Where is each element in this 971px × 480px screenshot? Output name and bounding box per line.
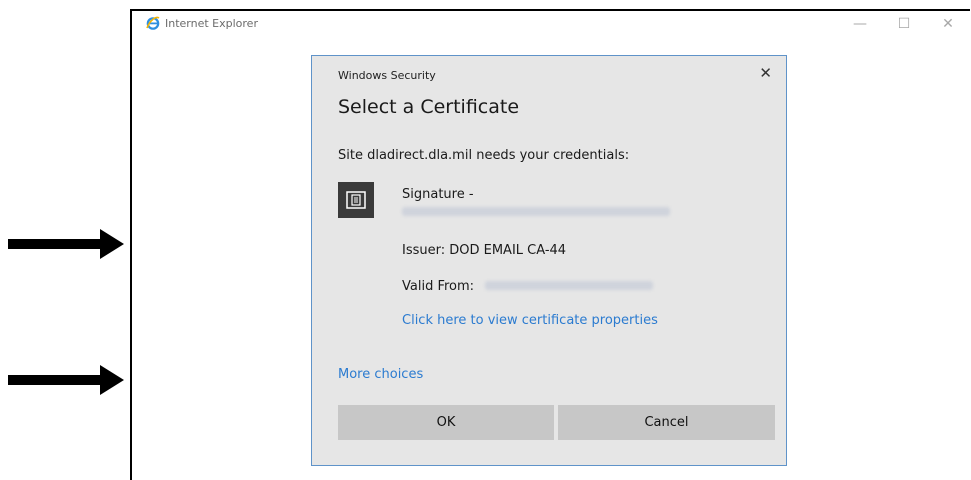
ok-button[interactable]: OK xyxy=(338,405,554,440)
dialog-caption: Windows Security xyxy=(338,69,436,82)
internet-explorer-icon xyxy=(146,16,160,30)
arrow-icon xyxy=(8,229,124,259)
maximize-icon: ☐ xyxy=(897,16,911,32)
minimize-icon: — xyxy=(853,16,867,32)
certificate-icon xyxy=(338,182,374,218)
windows-security-dialog: Windows Security ✕ Select a Certificate … xyxy=(311,55,787,466)
certificate-name: Signature - xyxy=(402,187,474,202)
certificate-valid-from-label: Valid From: xyxy=(402,279,475,294)
arrow-icon xyxy=(8,365,124,395)
cancel-button[interactable]: Cancel xyxy=(558,405,775,440)
certificate-issuer: Issuer: DOD EMAIL CA-44 xyxy=(402,243,567,258)
close-icon: ✕ xyxy=(942,16,954,32)
dialog-heading: Select a Certificate xyxy=(338,96,520,118)
more-choices-link[interactable]: More choices xyxy=(338,367,423,382)
maximize-button[interactable]: ☐ xyxy=(882,13,926,35)
title-bar: Internet Explorer — ☐ ✕ xyxy=(132,11,970,39)
minimize-button[interactable]: — xyxy=(838,13,882,35)
redacted-certificate-subject xyxy=(402,207,670,216)
view-certificate-properties-link[interactable]: Click here to view certificate propertie… xyxy=(402,313,658,328)
credentials-prompt: Site dladirect.dla.mil needs your creden… xyxy=(338,148,630,163)
redacted-validity-dates xyxy=(485,281,653,290)
dialog-close-button[interactable]: ✕ xyxy=(759,64,772,82)
window-title: Internet Explorer xyxy=(165,17,258,30)
window-close-button[interactable]: ✕ xyxy=(926,13,970,35)
